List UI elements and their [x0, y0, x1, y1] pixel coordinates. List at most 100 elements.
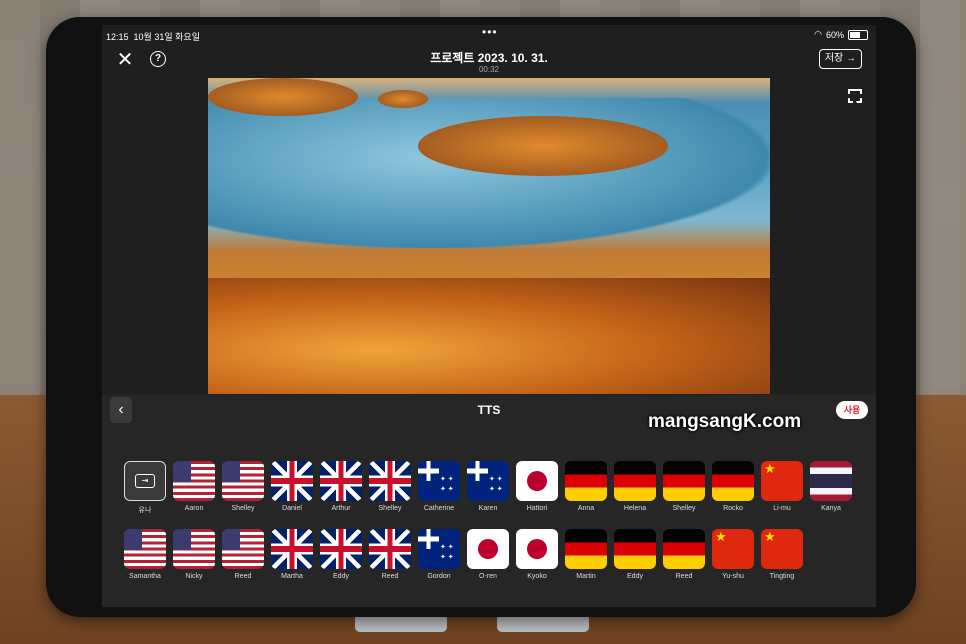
fullscreen-icon[interactable]	[848, 89, 862, 103]
uk-flag-icon	[271, 461, 313, 501]
save-button[interactable]: 저장 →	[818, 49, 862, 69]
voice-name: Shelley	[672, 505, 696, 512]
project-title: 프로젝트 2023. 10. 31.	[430, 51, 548, 65]
project-duration: 00:32	[478, 65, 500, 74]
battery-percent: 60%	[825, 29, 844, 40]
voice-item[interactable]: O-ren	[467, 529, 509, 580]
au-flag-icon	[418, 461, 460, 501]
voice-name: Helena	[623, 505, 647, 512]
de-flag-icon	[614, 461, 656, 501]
us-flag-icon	[222, 461, 264, 501]
voice-item[interactable]: Gordon	[418, 529, 460, 580]
voice-item[interactable]: Eddy	[614, 529, 656, 580]
voice-item[interactable]: Martin	[565, 529, 607, 580]
voice-name: Tingting	[769, 573, 795, 580]
voice-item[interactable]: Daniel	[271, 461, 313, 515]
us-flag-icon	[173, 461, 215, 501]
voice-row-1: ⇥ 유나 Aaron Shelley Daniel Arthur Shelley Cather…	[124, 461, 852, 515]
uk-flag-icon	[320, 529, 362, 569]
voice-item[interactable]: Anna	[565, 461, 607, 515]
voice-item[interactable]: Aaron	[173, 461, 215, 515]
voice-name: Daniel	[282, 505, 302, 512]
voice-name: Reed	[675, 573, 693, 580]
th-flag-icon	[810, 461, 852, 501]
voice-item[interactable]: Martha	[271, 529, 313, 580]
au-flag-icon	[467, 461, 509, 501]
app-screen: 12:15 10월 31일 화요일 ••• ◠ 60% ✕ ? 프로젝트 202…	[102, 25, 876, 607]
use-button[interactable]: 사용	[836, 401, 868, 419]
voice-item[interactable]: Yu-shu	[712, 529, 754, 580]
preview-islet	[378, 90, 428, 108]
voice-item[interactable]: Samantha	[124, 529, 166, 580]
voice-name: Reed	[381, 573, 399, 580]
voice-item[interactable]: Shelley	[663, 461, 705, 515]
voice-item[interactable]: Hattori	[516, 461, 558, 515]
de-flag-icon	[663, 461, 705, 501]
us-flag-icon	[222, 529, 264, 569]
voice-name: Catherine	[423, 505, 455, 512]
voice-name: Anna	[577, 505, 595, 512]
voice-name: Martha	[281, 573, 303, 580]
voice-name: Karen	[478, 505, 498, 512]
yuna-icon: ⇥	[124, 461, 166, 501]
uk-flag-icon	[271, 529, 313, 569]
voice-name: 유나	[138, 507, 152, 514]
voice-item[interactable]: Karen	[467, 461, 509, 515]
voice-name: Rocko	[723, 505, 743, 512]
uk-flag-icon	[369, 461, 411, 501]
video-preview[interactable]	[208, 78, 770, 394]
status-bar: 12:15 10월 31일 화요일 ••• ◠ 60%	[102, 25, 876, 45]
voice-name: Li-mu	[773, 505, 791, 512]
voice-grid: ⇥ 유나 Aaron Shelley Daniel Arthur Shelley Cather…	[124, 461, 852, 594]
voice-item[interactable]: Li-mu	[761, 461, 803, 515]
preview-shore	[208, 78, 358, 116]
wifi-icon: ◠	[814, 29, 822, 39]
voice-name: O-ren	[479, 573, 497, 580]
voice-item[interactable]: Eddy	[320, 529, 362, 580]
voice-name: Shelley	[378, 505, 402, 512]
us-flag-icon	[124, 529, 166, 569]
voice-row-2: Samantha Nicky Reed Martha Eddy Reed Gordon O-r…	[124, 529, 852, 580]
voice-item[interactable]: Arthur	[320, 461, 362, 515]
battery-icon	[848, 29, 868, 40]
voice-name: Arthur	[331, 505, 351, 512]
voice-name: Samantha	[129, 573, 161, 580]
voice-item[interactable]: Rocko	[712, 461, 754, 515]
jp-flag-icon	[516, 529, 558, 569]
status-time: 12:15 10월 31일 화요일	[106, 32, 200, 42]
voice-item[interactable]: Reed	[222, 529, 264, 580]
preview-island	[418, 116, 668, 176]
voice-item[interactable]: Shelley	[369, 461, 411, 515]
de-flag-icon	[712, 461, 754, 501]
voice-item[interactable]: Reed	[369, 529, 411, 580]
voice-name: Reed	[234, 573, 252, 580]
cn-flag-icon	[761, 529, 803, 569]
preview-forest	[208, 278, 770, 394]
voice-item[interactable]: Shelley	[222, 461, 264, 515]
voice-name: Kyoko	[527, 573, 547, 580]
voice-name: Shelley	[231, 505, 255, 512]
voice-item[interactable]: ⇥ 유나	[124, 461, 166, 515]
de-flag-icon	[565, 529, 607, 569]
voice-name: Yu-shu	[722, 573, 744, 580]
jp-flag-icon	[516, 461, 558, 501]
voice-item[interactable]: Catherine	[418, 461, 460, 515]
voice-item[interactable]: Kyoko	[516, 529, 558, 580]
voice-item[interactable]: Helena	[614, 461, 656, 515]
cn-flag-icon	[761, 461, 803, 501]
voice-name: Hattori	[526, 505, 548, 512]
au-flag-icon	[418, 529, 460, 569]
voice-name: Aaron	[184, 505, 204, 512]
multitasking-dots-icon[interactable]: •••	[482, 25, 498, 39]
voice-item[interactable]: Kanya	[810, 461, 852, 515]
voice-item[interactable]: Reed	[663, 529, 705, 580]
voice-item[interactable]: Nicky	[173, 529, 215, 580]
voice-name: Eddy	[333, 573, 349, 580]
uk-flag-icon	[369, 529, 411, 569]
voice-name: Martin	[576, 573, 596, 580]
voice-item[interactable]: Tingting	[761, 529, 803, 580]
us-flag-icon	[173, 529, 215, 569]
jp-flag-icon	[467, 529, 509, 569]
voice-name: Kanya	[821, 505, 841, 512]
cn-flag-icon	[712, 529, 754, 569]
